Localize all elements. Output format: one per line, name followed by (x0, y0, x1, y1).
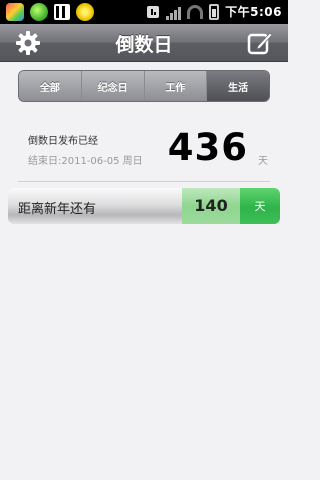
edit-icon[interactable] (246, 29, 274, 57)
battery-icon (209, 3, 220, 20)
event-end-date: 结束日:2011-06-05 周日 (28, 156, 143, 167)
tab-all[interactable]: 全部 (19, 71, 82, 101)
app-header: 倒数日 (0, 24, 288, 62)
app-icon-green (30, 3, 48, 21)
list-item-days: 140 (194, 196, 228, 215)
tab-work[interactable]: 工作 (144, 71, 208, 101)
app-icon-colorful (6, 3, 24, 21)
signal-icon (166, 4, 182, 20)
tab-anniversary[interactable]: 纪念日 (81, 71, 145, 101)
page-title: 倒数日 (115, 34, 173, 56)
event-title: 倒数日发布已经 (28, 136, 98, 147)
clock: 下午5:06 (225, 5, 282, 19)
qr-icon (54, 4, 70, 20)
wifi-icon (187, 4, 204, 19)
notification-icons (6, 3, 94, 21)
status-bar: 下午5:06 (0, 0, 288, 24)
list-item-label: 距离新年还有 (18, 202, 97, 217)
tab-life[interactable]: 生活 (207, 71, 269, 101)
sync-icon (147, 5, 160, 18)
main-event-card[interactable]: 倒数日发布已经 结束日:2011-06-05 周日 436 天 (18, 118, 270, 182)
event-days-count: 436 (167, 126, 248, 169)
system-icons: 下午5:06 (146, 3, 282, 20)
list-item-unit: 天 (254, 200, 266, 213)
list-item[interactable]: 距离新年还有 140 天 (8, 188, 280, 224)
category-tabs: 全部 纪念日 工作 生活 (18, 70, 270, 102)
app-icon-yellow (76, 3, 94, 21)
event-days-unit: 天 (258, 156, 268, 167)
